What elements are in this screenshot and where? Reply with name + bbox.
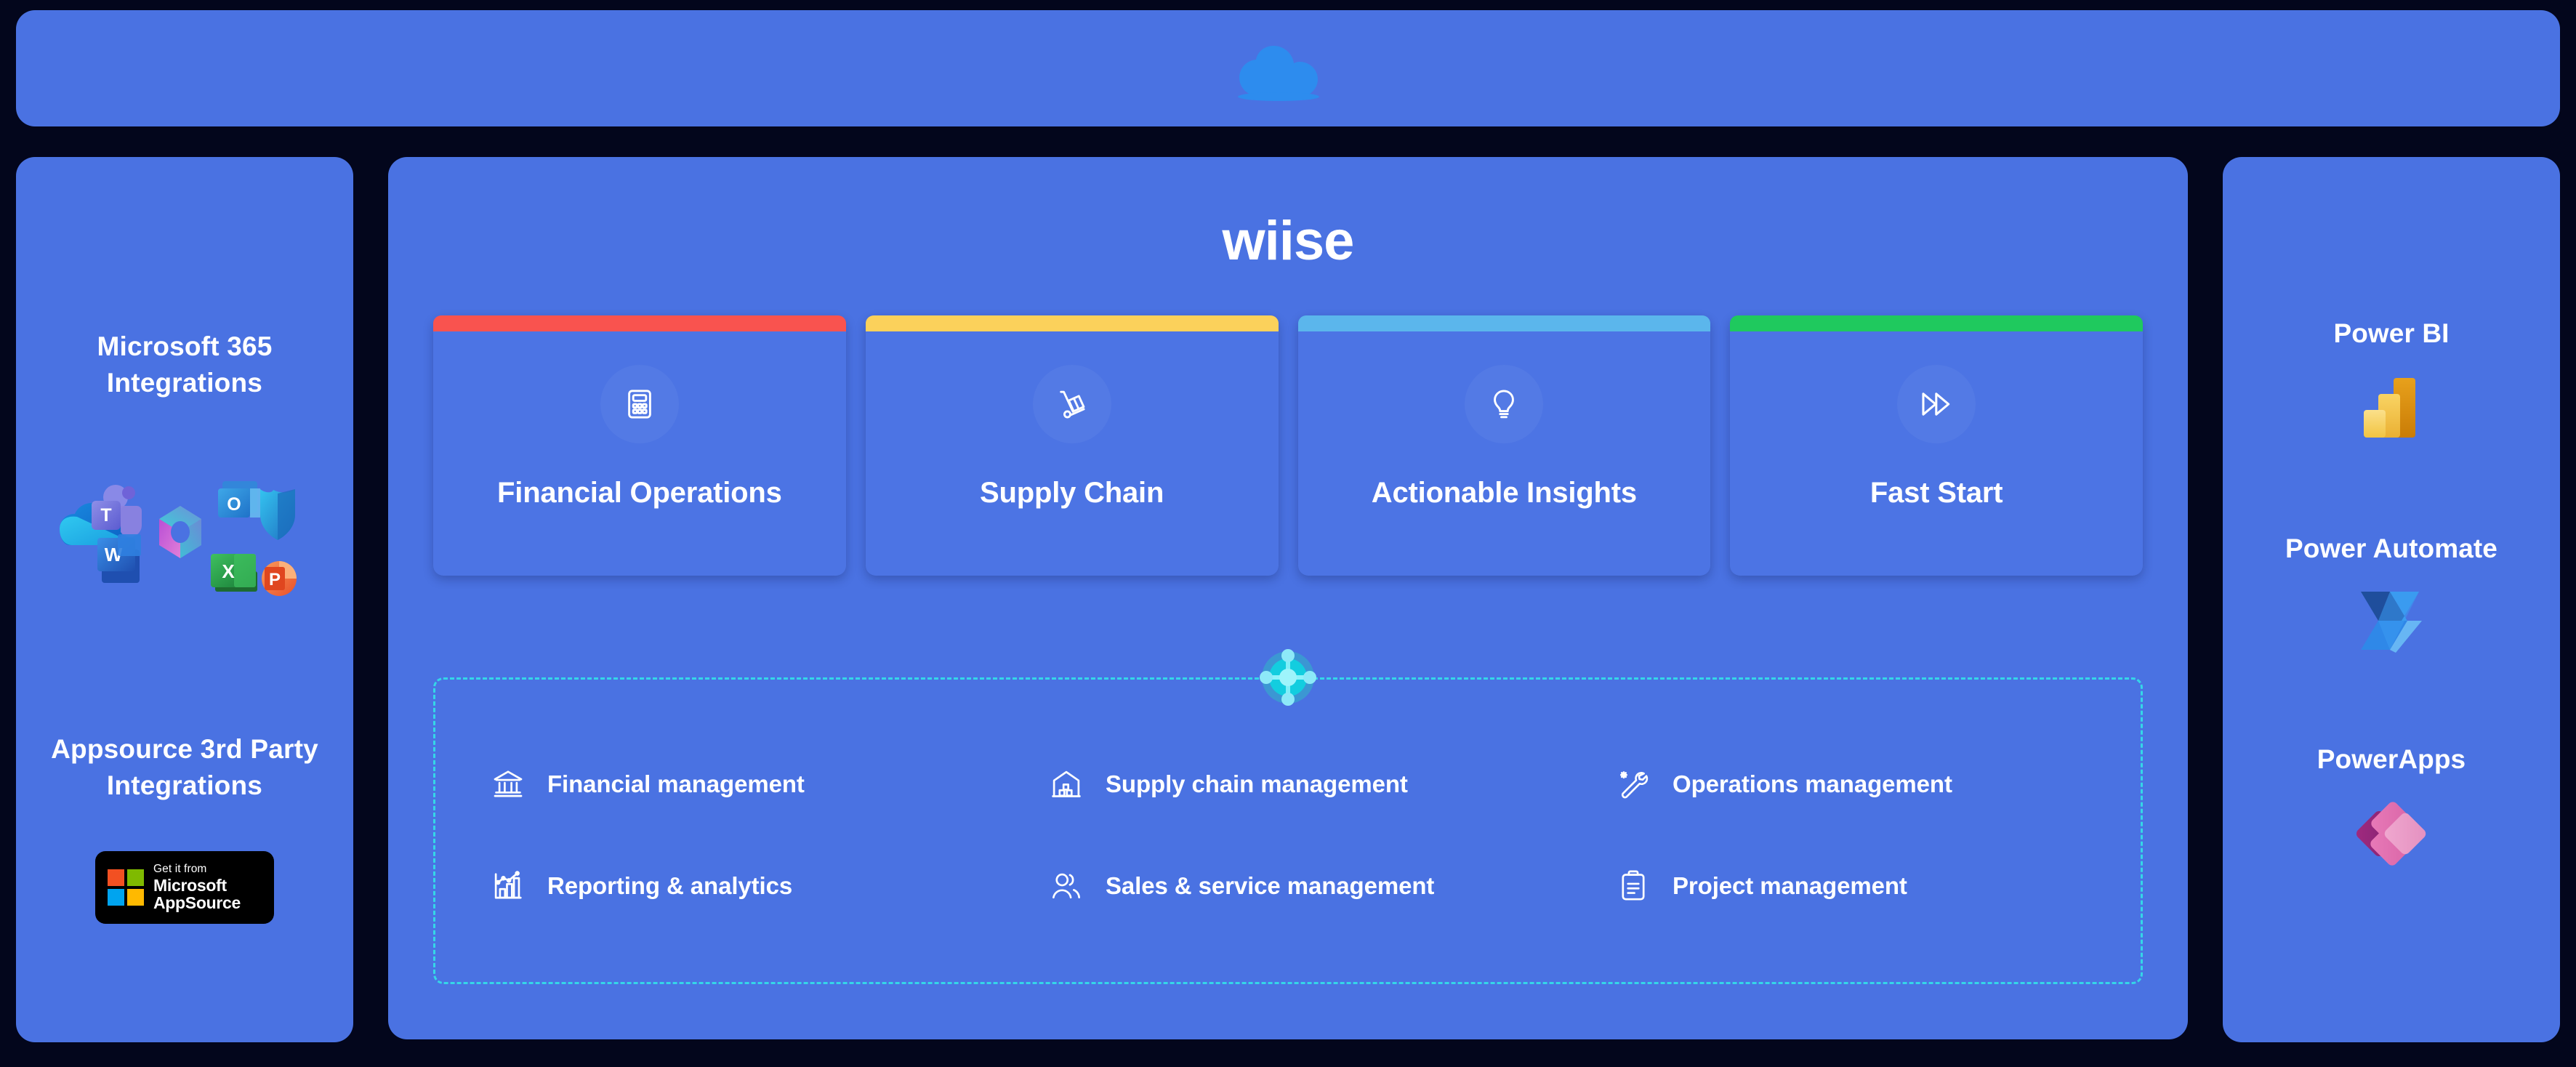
- power-automate-icon: [2361, 592, 2422, 653]
- svg-text:P: P: [269, 570, 281, 589]
- appsource-badge-wrapper: Get it from Microsoft AppSource: [16, 851, 353, 924]
- microsoft-logo-icon: [108, 869, 144, 906]
- card-accent-bar: [1730, 315, 2143, 331]
- badge-line-get-it-from: Get it from: [153, 863, 207, 876]
- power-automate-title: Power Automate: [2285, 534, 2497, 563]
- cloud-icon: [1238, 46, 1319, 101]
- powerapps-logo: [2223, 794, 2560, 874]
- feature-project-management[interactable]: Project management: [1572, 835, 2141, 937]
- card-financial-operations[interactable]: Financial Operations: [433, 315, 846, 576]
- top-banner: [16, 10, 2560, 126]
- capabilities-dashed-box: Financial management Supply chain manage…: [433, 677, 2143, 984]
- solution-cards-row: Financial Operations Supply Chain Action…: [433, 315, 2143, 576]
- svg-text:T: T: [100, 505, 111, 526]
- card-label: Financial Operations: [497, 477, 782, 509]
- card-label: Supply Chain: [980, 477, 1164, 509]
- defender-icon: [260, 489, 295, 540]
- feature-supply-chain-management[interactable]: Supply chain management: [1004, 733, 1572, 835]
- center-panel-wiise: wiise Financial Operations Supply Chain …: [388, 157, 2188, 1039]
- powerapps-title: PowerApps: [2317, 744, 2466, 774]
- network-hub-icon: [1260, 649, 1316, 706]
- feature-label: Financial management: [547, 770, 805, 797]
- right-panel-power-platform: Power BI Power Automate PowerApps: [2223, 157, 2560, 1042]
- feature-operations-management[interactable]: Operations management: [1572, 733, 2141, 835]
- clipboard-icon: [1616, 869, 1651, 903]
- feature-sales-service-management[interactable]: Sales & service management: [1004, 835, 1572, 937]
- get-it-from-microsoft-appsource-badge[interactable]: Get it from Microsoft AppSource: [95, 851, 274, 924]
- wrench-gear-icon: [1616, 767, 1651, 802]
- badge-line-appsource: AppSource: [153, 893, 241, 912]
- power-bi-logo: [2223, 368, 2560, 449]
- warehouse-icon: [1049, 767, 1084, 802]
- svg-text:O: O: [227, 494, 241, 515]
- bank-icon: [491, 767, 526, 802]
- bar-chart-icon: [491, 869, 526, 903]
- badge-line-microsoft: Microsoft: [153, 875, 227, 895]
- svg-text:X: X: [222, 560, 235, 582]
- feature-reporting-analytics[interactable]: Reporting & analytics: [435, 835, 1004, 937]
- feature-label: Supply chain management: [1106, 770, 1408, 797]
- card-label: Actionable Insights: [1371, 477, 1637, 509]
- card-accent-bar: [865, 315, 1279, 331]
- capabilities-grid: Financial management Supply chain manage…: [435, 680, 2141, 982]
- hand-truck-icon: [1032, 365, 1111, 443]
- card-accent-bar: [433, 315, 846, 331]
- excel-icon: X: [211, 554, 257, 592]
- card-fast-start[interactable]: Fast Start: [1730, 315, 2143, 576]
- office-icon: [159, 506, 201, 558]
- power-bi-title: Power BI: [2333, 318, 2450, 348]
- teams-icon: T: [92, 485, 142, 537]
- slide-root: Microsoft 365 Integrations T W O X P App…: [0, 0, 2576, 1067]
- power-automate-logo: [2223, 583, 2560, 659]
- wiise-logo: wiise: [1222, 210, 1355, 272]
- power-bi-icon: [2364, 378, 2415, 438]
- powerapps-icon: [2356, 802, 2426, 866]
- powerapps-block[interactable]: PowerApps: [2223, 744, 2560, 874]
- calculator-icon: [600, 365, 679, 443]
- feature-label: Sales & service management: [1106, 872, 1435, 899]
- feature-label: Reporting & analytics: [547, 872, 793, 899]
- card-label: Fast Start: [1869, 477, 2003, 509]
- feature-label: Operations management: [1673, 770, 1952, 797]
- fast-forward-icon: [1897, 365, 1976, 443]
- feature-financial-management[interactable]: Financial management: [435, 733, 1004, 835]
- power-automate-block[interactable]: Power Automate: [2223, 534, 2560, 659]
- appsource-title: Appsource 3rd Party Integrations: [51, 734, 318, 801]
- word-icon: W: [97, 534, 141, 583]
- powerpoint-icon: P: [262, 561, 297, 596]
- ms365-title: Microsoft 365 Integrations: [97, 331, 273, 398]
- appsource-badge-text: Get it from Microsoft AppSource: [153, 863, 241, 911]
- outlook-icon: O: [218, 481, 260, 518]
- feature-label: Project management: [1673, 872, 1907, 899]
- people-icon: [1049, 869, 1084, 903]
- power-bi-block[interactable]: Power BI: [2223, 318, 2560, 449]
- card-supply-chain[interactable]: Supply Chain: [865, 315, 1279, 576]
- ms365-icon-cluster: T W O X P: [60, 481, 297, 596]
- left-panel-microsoft-integrations: Microsoft 365 Integrations T W O X P App…: [16, 157, 353, 1042]
- lightbulb-icon: [1465, 365, 1544, 443]
- card-accent-bar: [1297, 315, 1711, 331]
- card-actionable-insights[interactable]: Actionable Insights: [1297, 315, 1711, 576]
